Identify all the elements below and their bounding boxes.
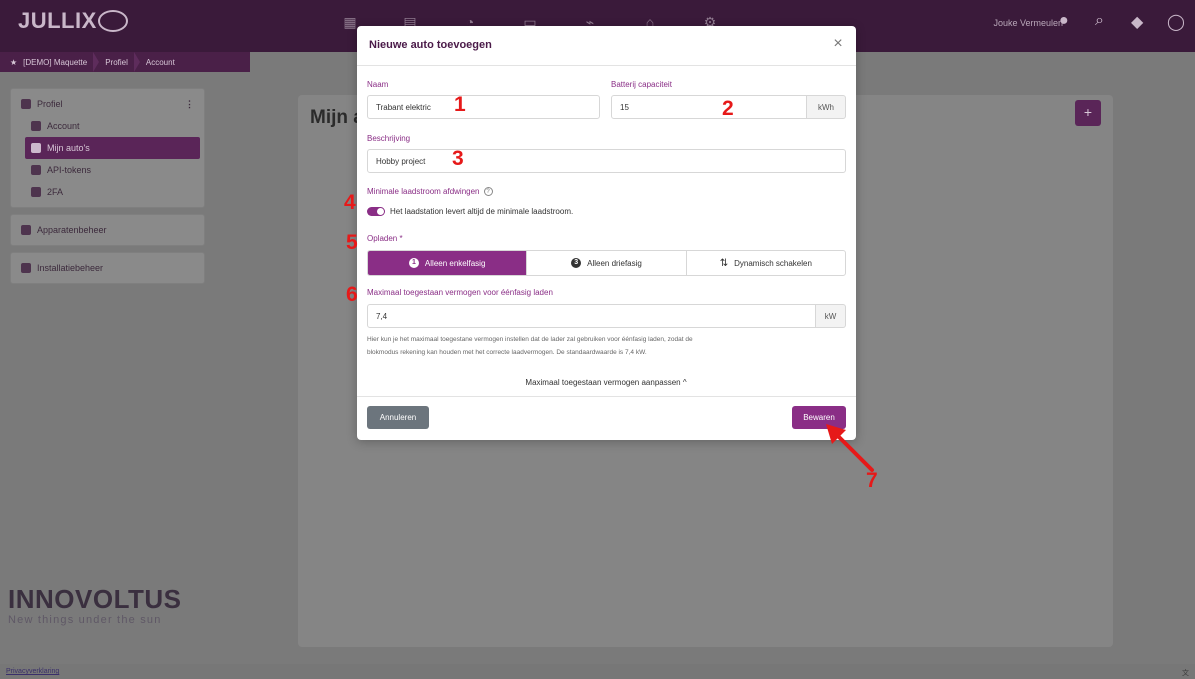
- language-icon[interactable]: 文: [1182, 668, 1189, 678]
- annotation-number: 3: [452, 147, 464, 170]
- sidebar-item-2fa[interactable]: 2FA: [11, 181, 204, 203]
- max-power-help-text: Hier kun je het maximaal toegestane verm…: [367, 333, 837, 359]
- annotation-number: 6: [346, 283, 358, 306]
- breadcrumb-item[interactable]: [DEMO] Maquette: [23, 58, 87, 67]
- sidebar-section-profiel: Profiel ⋮ Account Mijn auto's API-tokens…: [10, 88, 205, 208]
- annotation-number: 5: [346, 231, 358, 254]
- sidebar-item-label: 2FA: [47, 187, 64, 197]
- sidebar-item-mijn-autos[interactable]: Mijn auto's: [25, 137, 200, 159]
- sidebar-item-label: Account: [47, 121, 80, 131]
- sidebar-item-label: Installatiebeheer: [37, 263, 104, 273]
- min-current-label: Minimale laadstroom afdwingen?: [367, 187, 493, 197]
- battery-field[interactable]: [611, 95, 807, 119]
- close-icon[interactable]: ×: [830, 36, 846, 52]
- min-current-toggle-label: Het laadstation levert altijd de minimal…: [390, 207, 574, 216]
- sidebar-item-label: Apparatenbeheer: [37, 225, 107, 235]
- breadcrumb-separator: [133, 52, 140, 72]
- charging-option-single-phase[interactable]: 1 Alleen enkelfasig: [368, 251, 528, 275]
- charging-option-label: Alleen enkelfasig: [424, 258, 486, 268]
- sidebar-item-profiel[interactable]: Profiel ⋮: [11, 93, 204, 115]
- charging-mode-selector: 1 Alleen enkelfasig 3 Alleen driefasig ⇅…: [367, 250, 846, 276]
- add-car-button[interactable]: +: [1075, 100, 1101, 126]
- battery-unit: kWh: [807, 95, 846, 119]
- annotation-number: 4: [344, 191, 356, 214]
- annotation-number: 1: [454, 93, 466, 116]
- switch-phase-icon: ⇅: [719, 257, 729, 269]
- bell-icon[interactable]: ◆: [1131, 12, 1149, 31]
- devices-icon: [21, 225, 31, 235]
- sidebar: Profiel ⋮ Account Mijn auto's API-tokens…: [10, 88, 205, 290]
- sidebar-item-label: Mijn auto's: [47, 143, 90, 153]
- help-text-line: blokmodus rekening kan houden met het co…: [367, 349, 647, 356]
- charging-option-three-phase[interactable]: 3 Alleen driefasig: [527, 251, 687, 275]
- modal-title: Nieuwe auto toevoegen: [369, 39, 492, 51]
- footer: [0, 664, 1195, 679]
- battery-input[interactable]: [620, 102, 798, 112]
- sidebar-item-api-tokens[interactable]: API-tokens: [11, 159, 204, 181]
- annotation-number: 2: [722, 97, 734, 120]
- logo-swirl-icon: [98, 10, 128, 32]
- description-input[interactable]: [376, 156, 837, 166]
- max-power-collapse-link[interactable]: Maximaal toegestaan vermogen aanpassen ^: [0, 378, 1195, 387]
- charging-option-label: Alleen driefasig: [587, 258, 642, 268]
- car-icon: [31, 143, 41, 153]
- help-text-line: Hier kun je het maximaal toegestane verm…: [367, 336, 693, 343]
- brand-tagline: New things under the sun: [8, 614, 162, 626]
- max-power-label: Maximaal toegestaan vermogen voor éénfas…: [367, 288, 553, 297]
- min-current-label-text: Minimale laadstroom afdwingen: [367, 187, 480, 196]
- charging-option-label: Dynamisch schakelen: [734, 258, 812, 268]
- description-label: Beschrijving: [367, 134, 411, 143]
- breadcrumb-item[interactable]: Profiel: [105, 58, 128, 67]
- min-current-toggle[interactable]: [367, 207, 385, 216]
- charging-label: Opladen *: [367, 234, 403, 243]
- max-power-field[interactable]: [367, 304, 816, 328]
- sidebar-item-account[interactable]: Account: [11, 115, 204, 137]
- sidebar-section-installatiebeheer: Installatiebeheer: [10, 252, 205, 284]
- modal-footer-divider: [357, 396, 856, 397]
- max-power-unit: kW: [816, 304, 846, 328]
- page-title: Mijn a: [310, 107, 364, 128]
- name-field[interactable]: [367, 95, 600, 119]
- annotation-arrow-icon: [826, 424, 874, 472]
- breadcrumb-separator: [93, 52, 100, 72]
- sidebar-item-label: Profiel: [37, 99, 63, 109]
- phone-icon: [31, 187, 41, 197]
- star-icon[interactable]: ★: [10, 58, 17, 67]
- search-icon[interactable]: ⌕: [1095, 12, 1113, 30]
- breadcrumb-item[interactable]: Account: [146, 58, 175, 67]
- jullix-logo[interactable]: JULLIX: [18, 8, 97, 34]
- name-label: Naam: [367, 80, 389, 89]
- modal-header: Nieuwe auto toevoegen ×: [357, 26, 856, 66]
- one-phase-icon: 1: [408, 258, 419, 268]
- sidebar-item-installatiebeheer[interactable]: Installatiebeheer: [11, 257, 204, 279]
- kebab-menu-icon[interactable]: ⋮: [185, 99, 194, 110]
- sidebar-item-apparatenbeheer[interactable]: Apparatenbeheer: [11, 219, 204, 241]
- charging-option-dynamic[interactable]: ⇅ Dynamisch schakelen: [687, 251, 845, 275]
- question-icon[interactable]: ?: [483, 187, 493, 197]
- max-power-input[interactable]: [376, 311, 807, 321]
- breadcrumb: ★ [DEMO] Maquette Profiel Account: [0, 52, 250, 72]
- user-icon[interactable]: ●: [1059, 12, 1077, 30]
- description-field[interactable]: [367, 149, 846, 173]
- cancel-button[interactable]: Annuleren: [367, 406, 429, 429]
- person-icon: [21, 99, 31, 109]
- name-input[interactable]: [376, 102, 591, 112]
- key-icon: [31, 165, 41, 175]
- installation-icon: [21, 263, 31, 273]
- privacy-link[interactable]: Privacyverklaring: [6, 668, 59, 675]
- people-icon: [31, 121, 41, 131]
- battery-label: Batterij capaciteit: [611, 80, 672, 89]
- help-icon[interactable]: ◯: [1167, 12, 1185, 31]
- innovoltus-logo: INNOVOLTUS: [8, 584, 182, 614]
- user-name[interactable]: Jouke Vermeulen: [993, 18, 1063, 28]
- sidebar-section-apparatenbeheer: Apparatenbeheer: [10, 214, 205, 246]
- sidebar-item-label: API-tokens: [47, 165, 92, 175]
- three-phase-icon: 3: [571, 258, 582, 268]
